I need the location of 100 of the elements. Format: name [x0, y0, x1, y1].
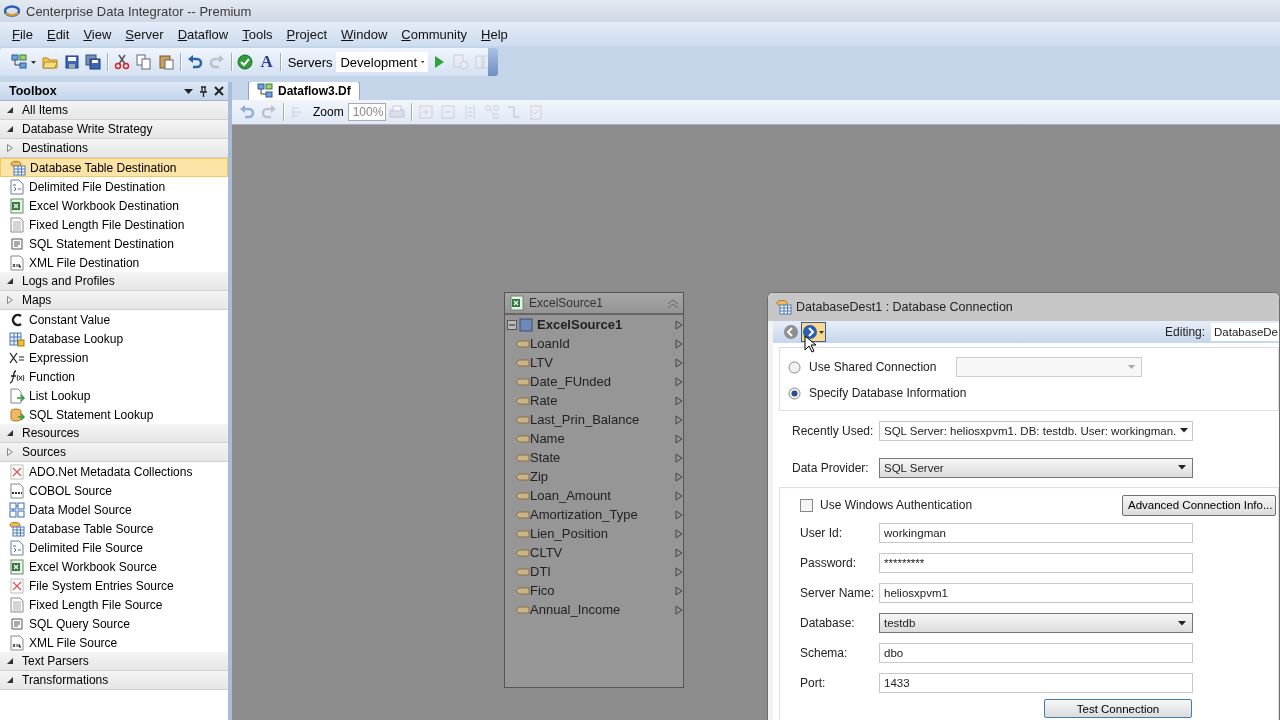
toolbox-item[interactable]: SQL Statement Destination: [0, 234, 228, 253]
output-port-icon[interactable]: [675, 566, 683, 577]
checkbox[interactable]: [800, 498, 813, 512]
output-port-icon[interactable]: [675, 319, 683, 330]
minus-box-icon[interactable]: [507, 319, 517, 330]
text-field[interactable]: workingman: [879, 523, 1193, 543]
toolbox-item[interactable]: Excel Workbook Source: [0, 557, 228, 576]
menu-item[interactable]: View: [76, 24, 119, 44]
output-port-icon[interactable]: [675, 509, 683, 520]
text-field[interactable]: 1433: [879, 673, 1193, 693]
field-name[interactable]: Rate: [530, 393, 675, 408]
dropdown-arrow-icon[interactable]: [184, 88, 193, 94]
field-name[interactable]: LoanId: [530, 336, 675, 351]
toolbox-item[interactable]: Excel Workbook Destination: [0, 196, 228, 215]
check-icon[interactable]: [237, 54, 254, 70]
expanded-triangle-icon[interactable]: [7, 658, 13, 664]
paste-icon[interactable]: [157, 54, 174, 70]
toolbox-item[interactable]: Delimited File Source: [0, 538, 228, 557]
toolbox-item[interactable]: Database Table Destination: [0, 158, 228, 177]
toolbox-item[interactable]: Constant Value: [0, 310, 228, 329]
folder-icon[interactable]: [41, 54, 58, 70]
field-name[interactable]: CLTV: [530, 545, 675, 560]
radio-button[interactable]: [788, 386, 801, 400]
menu-item[interactable]: Help: [474, 24, 515, 44]
expanded-triangle-icon[interactable]: [7, 430, 13, 436]
test-connection-button[interactable]: Test Connection: [1044, 699, 1192, 718]
field-name[interactable]: Date_FUnded: [530, 374, 675, 389]
shared-connection-dropdown[interactable]: [956, 357, 1143, 377]
toolbox-item[interactable]: Fixed Length File Source: [0, 595, 228, 614]
collapsed-triangle-icon[interactable]: [7, 448, 13, 456]
back-icon[interactable]: [783, 324, 799, 340]
field-name[interactable]: Lien_Position: [530, 526, 675, 541]
text-field[interactable]: heliosxpvm1: [879, 583, 1193, 603]
node-root[interactable]: ExcelSource1: [537, 317, 675, 332]
toolbar-dropdown[interactable]: Development: [336, 52, 429, 72]
toolbox-item[interactable]: XML File Source: [0, 633, 228, 652]
menu-item[interactable]: Edit: [39, 24, 77, 44]
output-port-icon[interactable]: [675, 357, 683, 368]
editing-field[interactable]: DatabaseDe: [1211, 323, 1279, 341]
output-port-icon[interactable]: [675, 452, 683, 463]
source-node[interactable]: ExcelSource1 ExcelSource1 LoanId LTV Date_FUnded Rate Last_Prin_Balance Name State Zip Loan_Amount Amortization_Type Lien_Position CLTV DTI Fico Annual_Income: [504, 292, 684, 688]
field-name[interactable]: Name: [530, 431, 675, 446]
save-all-icon[interactable]: [85, 54, 102, 70]
field-name[interactable]: Loan_Amount: [530, 488, 675, 503]
forward-button[interactable]: [801, 322, 826, 342]
toolbar-dropdown[interactable]: 100%: [347, 103, 386, 121]
output-port-icon[interactable]: [675, 604, 683, 615]
expanded-triangle-icon[interactable]: [7, 126, 13, 132]
field-name[interactable]: DTI: [530, 564, 675, 579]
output-port-icon[interactable]: [675, 547, 683, 558]
menu-item[interactable]: Community: [394, 24, 475, 44]
toolbox-item[interactable]: Database Table Source: [0, 519, 228, 538]
output-port-icon[interactable]: [675, 395, 683, 406]
toolbox-group-header[interactable]: All Items: [22, 103, 68, 117]
expanded-triangle-icon[interactable]: [7, 107, 13, 113]
output-port-icon[interactable]: [675, 433, 683, 444]
collapsed-triangle-icon[interactable]: [7, 296, 13, 304]
toolbox-item[interactable]: List Lookup: [0, 386, 228, 405]
toolbox-item[interactable]: ADO.Net Metadata Collections: [0, 462, 228, 481]
text-format-button[interactable]: A: [256, 52, 277, 72]
toolbox-item[interactable]: SQL Statement Lookup: [0, 405, 228, 424]
toolbox-group-header[interactable]: Sources: [22, 445, 67, 459]
field-name[interactable]: Fico: [530, 583, 675, 598]
field-name[interactable]: Annual_Income: [530, 602, 675, 617]
field-name[interactable]: LTV: [530, 355, 675, 370]
dropdown-caret-icon[interactable]: [30, 60, 36, 64]
document-tab[interactable]: Dataflow3.Df: [248, 82, 360, 100]
data-provider-dropdown[interactable]: SQL Server: [879, 457, 1193, 478]
pin-icon[interactable]: [198, 85, 209, 97]
radio-button[interactable]: [788, 360, 801, 374]
toolbox-item[interactable]: Data Model Source: [0, 500, 228, 519]
output-port-icon[interactable]: [675, 471, 683, 482]
recently-used-dropdown[interactable]: SQL Server: heliosxpvm1. DB: testdb. User: workingman.: [879, 420, 1193, 441]
toolbox-item[interactable]: Delimited File Destination: [0, 177, 228, 196]
toolbox-item[interactable]: SQL Query Source: [0, 614, 228, 633]
output-port-icon[interactable]: [675, 585, 683, 596]
output-port-icon[interactable]: [675, 376, 683, 387]
output-port-icon[interactable]: [675, 528, 683, 539]
field-name[interactable]: State: [530, 450, 675, 465]
expanded-triangle-icon[interactable]: [7, 677, 13, 683]
radio-label[interactable]: Use Shared Connection: [809, 360, 937, 374]
toolbox-item[interactable]: File System Entries Source: [0, 576, 228, 595]
close-icon[interactable]: [214, 86, 224, 96]
undo-icon[interactable]: [186, 54, 203, 70]
menu-item[interactable]: Tools: [235, 24, 280, 44]
menu-item[interactable]: Dataflow: [170, 24, 236, 44]
copy-icon[interactable]: [136, 54, 153, 70]
scissors-icon[interactable]: [114, 54, 131, 70]
field-name[interactable]: Last_Prin_Balance: [530, 412, 675, 427]
toolbar-overflow-handle[interactable]: [488, 48, 498, 76]
toolbox-group-header[interactable]: Resources: [22, 426, 80, 440]
toolbox-item[interactable]: Function: [0, 367, 228, 386]
output-port-icon[interactable]: [675, 338, 683, 349]
text-field[interactable]: *********: [879, 553, 1193, 573]
radio-label[interactable]: Specify Database Information: [809, 386, 967, 400]
collapsed-triangle-icon[interactable]: [7, 144, 13, 152]
menu-item[interactable]: Window: [334, 24, 395, 44]
save-icon[interactable]: [63, 54, 80, 70]
diagram-icon[interactable]: [10, 54, 27, 70]
database-dropdown[interactable]: testdb: [879, 613, 1193, 633]
